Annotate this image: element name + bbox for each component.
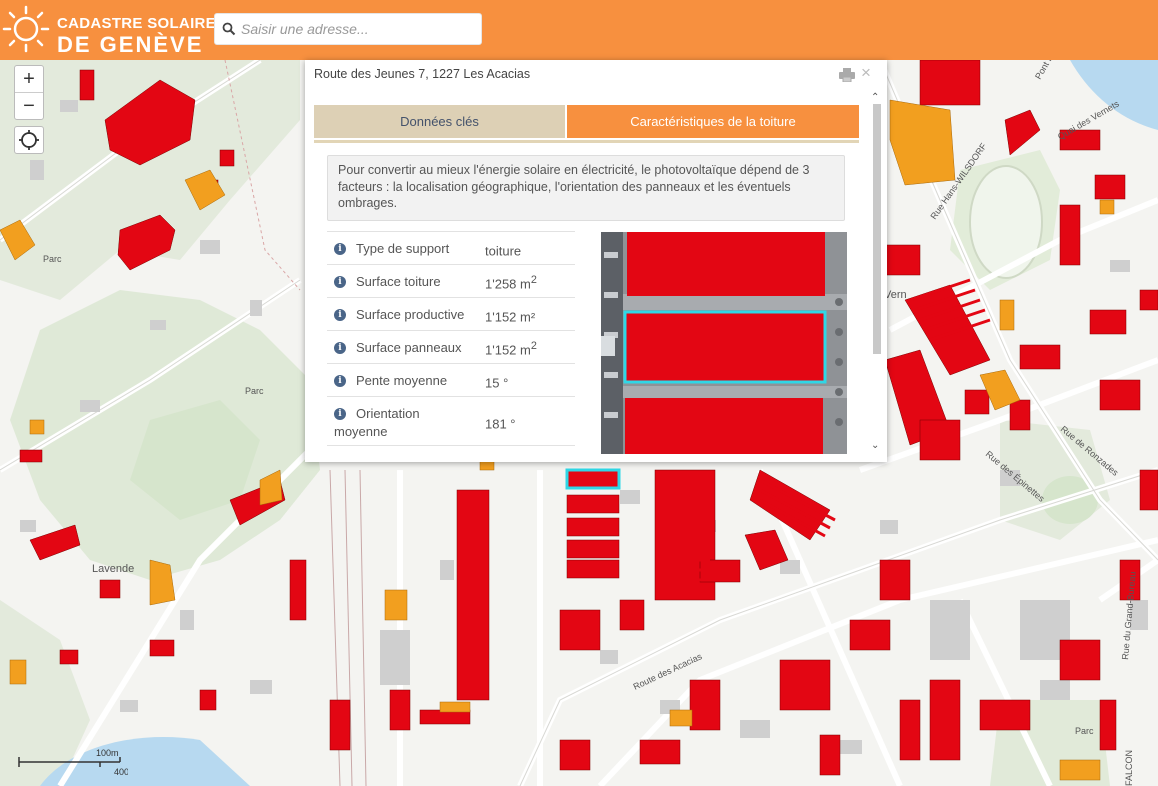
map-label-parc2: Parc [245,386,264,396]
scale-feet-label: 400pi [114,767,128,777]
scroll-up-arrow-icon[interactable]: ⌃ [871,92,879,103]
popup-scrollbar[interactable]: ⌃ ⌄ [871,92,883,454]
row-value: 1'152 m2 [485,340,537,358]
close-icon[interactable]: × [861,63,871,83]
info-icon[interactable]: i [334,276,346,288]
map-label-lavende: Lavende [92,563,134,575]
map-label-parc1: Parc [43,254,62,264]
tab-caracteristiques-toiture[interactable]: Caractéristiques de la toiture [567,105,859,138]
app-header: CADASTRE SOLAIRE DE GENÈVE [0,0,1158,60]
locate-button[interactable] [14,126,44,154]
map-label-falcon: FALCON [1124,750,1134,786]
zoom-out-button[interactable]: − [15,92,43,119]
info-icon[interactable]: i [334,342,346,354]
scroll-down-arrow-icon[interactable]: ⌄ [871,440,879,451]
roof-aerial-image [601,232,847,454]
address-search [214,13,482,45]
roof-info-popup: Route des Jeunes 7, 1227 Les Acacias × D… [305,60,887,462]
table-row: i Surface productive 1'152 m² [327,297,575,330]
logo-title-line1: CADASTRE SOLAIRE [57,15,216,32]
row-value: 1'258 m2 [485,274,537,292]
row-label: Surface toiture [356,274,441,289]
row-value: 1'152 m² [485,309,536,325]
row-label: Surface panneaux [356,340,462,355]
roof-characteristics-table: i Type de support toiture i Surface toit… [327,231,575,446]
scale-meters-label: 100m [96,748,119,758]
info-icon[interactable]: i [334,243,346,255]
tab-underline [314,140,859,143]
info-text-box: Pour convertir au mieux l'énergie solair… [327,155,845,221]
table-row: i Surface toiture 1'258 m2 [327,264,575,297]
sun-logo-icon [2,5,50,53]
zoom-in-button[interactable]: + [15,66,43,92]
locate-icon [19,130,39,150]
table-row: i Pente moyenne 15 ° [327,363,575,396]
table-row: i Orientation moyenne 181 ° [327,396,575,446]
zoom-control: + − [14,65,44,120]
scroll-thumb[interactable] [873,104,881,354]
search-input[interactable] [239,14,479,44]
tab-donnees-cles[interactable]: Données clés [314,105,565,138]
row-label: Type de support [356,241,450,256]
row-label: Pente moyenne [356,373,448,388]
info-icon[interactable]: i [334,309,346,321]
row-value: toiture [485,243,522,259]
row-label: Surface productive [356,307,465,322]
logo-title-line2: DE GENÈVE [57,32,204,57]
popup-title: Route des Jeunes 7, 1227 Les Acacias [314,67,531,81]
print-icon[interactable] [839,68,855,82]
map-label-vern: Vern [884,289,907,301]
search-icon [222,22,236,36]
row-label: Orientation moyenne [334,406,420,439]
scale-bar: 100m 400pi [18,748,128,777]
map-label-parc3: Parc [1075,726,1094,736]
row-value: 15 ° [485,375,509,391]
table-row: i Type de support toiture [327,231,575,264]
info-icon[interactable]: i [334,375,346,387]
row-value: 181 ° [485,416,516,432]
table-row: i Surface panneaux 1'152 m2 [327,330,575,363]
